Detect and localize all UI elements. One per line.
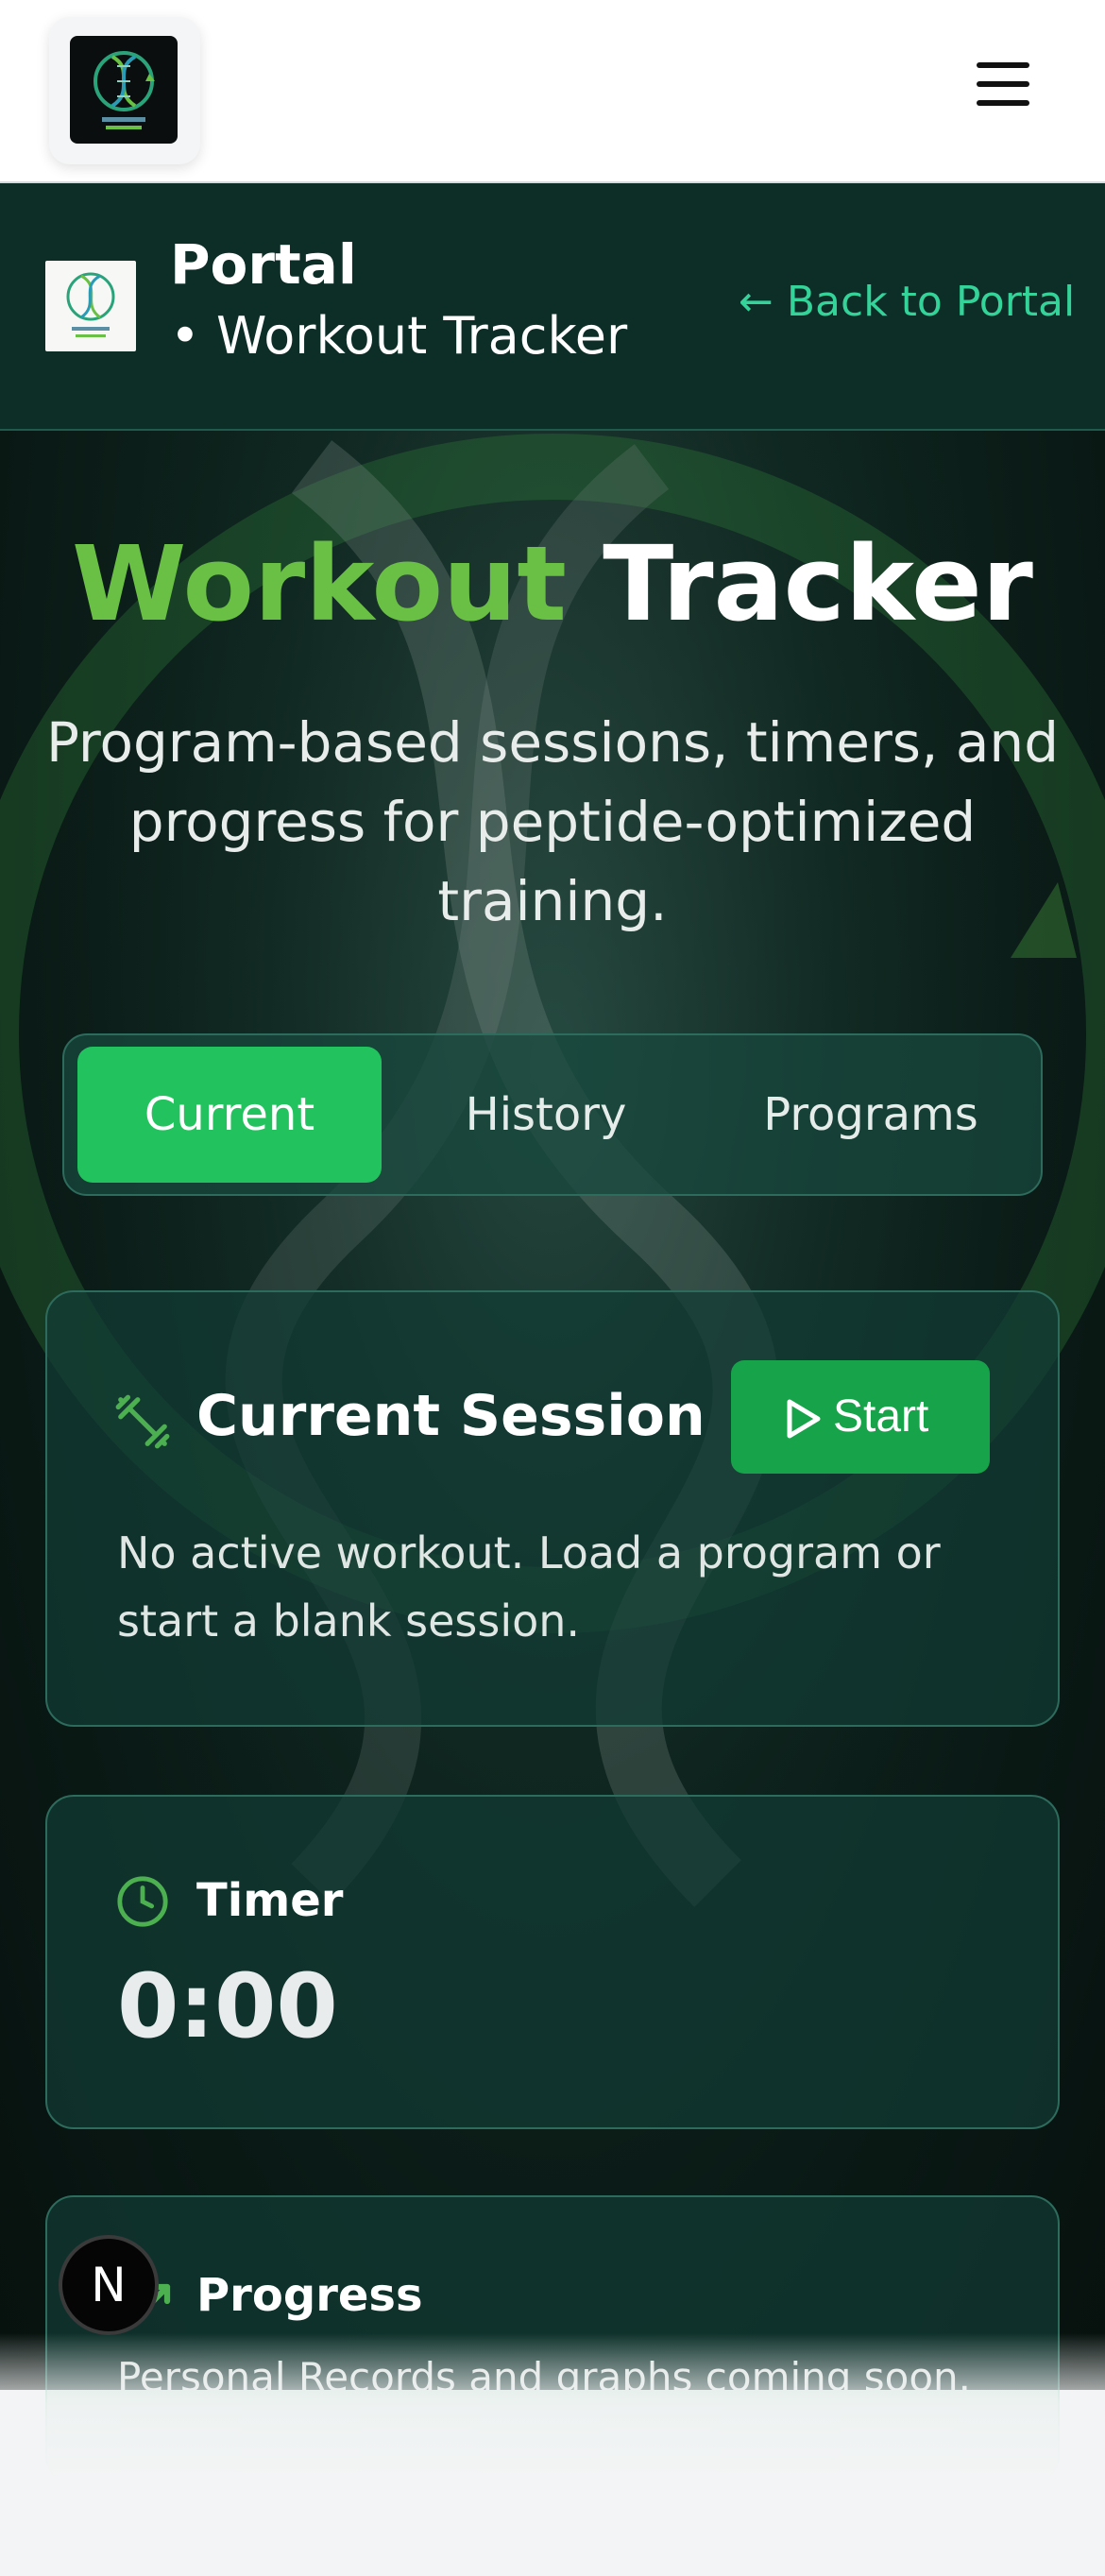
portal-title: Portal [170,232,357,297]
tab-programs[interactable]: Programs [710,1047,1031,1183]
progress-text: Personal Records and graphs coming soon. [117,2354,972,2390]
current-session-card: Current Session Start No active workout.… [45,1290,1060,1727]
start-session-button[interactable]: Start [731,1360,990,1474]
tab-bar: Current History Programs [62,1033,1043,1196]
timer-label: Timer [196,1874,344,1927]
top-nav [0,0,1105,183]
page-title-rest: Tracker [603,523,1033,644]
session-title: Current Session [196,1383,706,1449]
portal-header: Portal • Workout Tracker ← Back to Porta… [0,183,1105,431]
dumbbell-icon [115,1394,170,1449]
back-to-portal-link[interactable]: ← Back to Portal [739,278,1075,326]
progress-label: Progress [196,2269,423,2322]
tab-history[interactable]: History [395,1047,697,1183]
clock-icon [117,1876,168,1927]
session-empty-text: No active workout. Load a program or sta… [117,1527,941,1646]
timer-value: 0:00 [117,1955,338,2058]
page-description: Program-based sessions, timers, and prog… [45,710,1060,933]
portal-logo [45,261,136,351]
start-button-label: Start [833,1391,929,1442]
progress-card-bottom [45,2390,1060,2484]
page-title: Workout Tracker [0,523,1105,644]
play-icon [787,1399,821,1439]
next-dev-badge[interactable]: N [59,2235,159,2335]
reset-biology-logo [70,36,178,144]
site-logo-button[interactable] [49,17,200,164]
hamburger-menu-icon[interactable] [971,62,1035,119]
progress-card: Progress Personal Records and graphs com… [45,2195,1060,2390]
hero-section: Portal • Workout Tracker ← Back to Porta… [0,183,1105,2390]
page-title-accent: Workout [72,523,567,644]
portal-subtitle: • Workout Tracker [170,306,628,366]
timer-card: Timer 0:00 [45,1795,1060,2129]
tab-current[interactable]: Current [77,1047,382,1183]
